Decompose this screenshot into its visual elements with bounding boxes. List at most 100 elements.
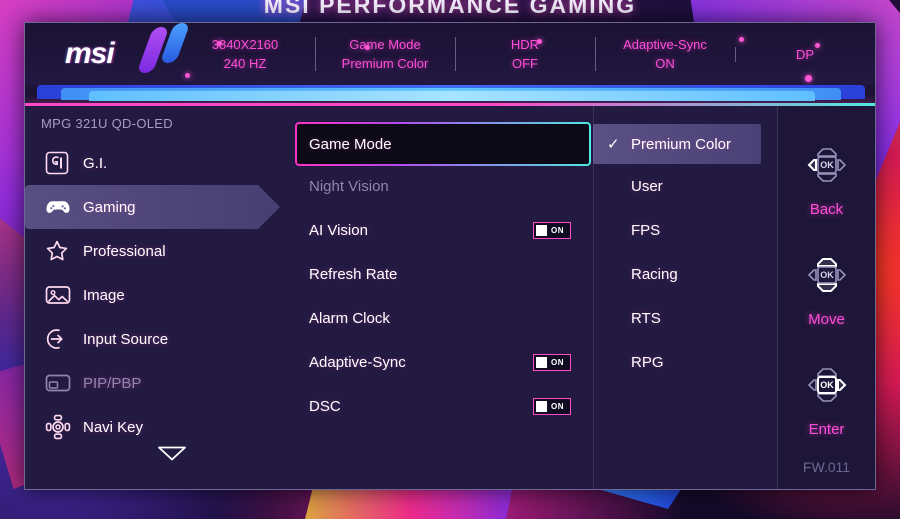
options-column: ✓ Premium Color User FPS Racing RTS RPG bbox=[593, 106, 777, 489]
wallpaper-headline: MSI PERFORMANCE GAMING bbox=[263, 0, 637, 18]
setting-row-refresh-rate-label: Refresh Rate bbox=[309, 265, 398, 283]
dsc-toggle[interactable]: ON bbox=[533, 397, 571, 415]
navigation-rail: OK Back OK Move OK Enter FW.011 bbox=[777, 106, 875, 489]
adaptive-sync-toggle-state: ON bbox=[551, 357, 564, 367]
option-fps-label: FPS bbox=[631, 221, 661, 239]
osd-body: MPG 321U QD-OLED G.I. Gaming Professiona… bbox=[25, 106, 875, 489]
sidebar-item-pip-pbp-label: PIP/PBP bbox=[83, 374, 142, 392]
picture-icon bbox=[45, 284, 83, 306]
setting-row-game-mode-label: Game Mode bbox=[309, 135, 392, 153]
dsc-toggle-state: ON bbox=[551, 401, 564, 411]
header-dot-5 bbox=[815, 43, 820, 48]
checkmark-icon: ✓ bbox=[607, 136, 620, 153]
header-glow-bars bbox=[25, 85, 875, 103]
option-fps[interactable]: FPS bbox=[593, 208, 777, 252]
setting-row-ai-vision[interactable]: AI Vision ON bbox=[293, 208, 593, 252]
status-adaptive-sync-sub: ON bbox=[655, 56, 675, 71]
navi-key-icon bbox=[45, 414, 83, 440]
status-hdr: HDR OFF bbox=[455, 35, 595, 73]
status-game-mode-main: Game Mode bbox=[349, 37, 421, 52]
option-rts[interactable]: RTS bbox=[593, 296, 777, 340]
ai-vision-toggle-state: ON bbox=[551, 225, 564, 235]
option-user-label: User bbox=[631, 177, 663, 195]
osd-panel: msi 3840X2160 240 HZ Game Mode Premium C… bbox=[24, 22, 876, 490]
glow-bar-inner bbox=[89, 91, 815, 101]
setting-row-ai-vision-label: AI Vision bbox=[309, 221, 368, 239]
status-game-mode: Game Mode Premium Color bbox=[315, 35, 455, 73]
setting-row-dsc-label: DSC bbox=[309, 397, 341, 415]
nav-button-move[interactable]: OK Move bbox=[778, 234, 875, 344]
status-hdr-sub: OFF bbox=[512, 56, 538, 71]
nav-button-enter[interactable]: OK Enter bbox=[778, 344, 875, 454]
settings-column: Game Mode Night Vision AI Vision ON Refr… bbox=[293, 106, 593, 489]
setting-row-night-vision-label: Night Vision bbox=[309, 177, 389, 195]
sidebar-item-gi[interactable]: G.I. bbox=[25, 141, 293, 185]
header-dot-3 bbox=[537, 39, 542, 44]
header-dot-6 bbox=[185, 73, 190, 78]
setting-row-alarm-clock[interactable]: Alarm Clock bbox=[293, 296, 593, 340]
status-resolution: 3840X2160 240 HZ bbox=[175, 35, 315, 73]
nav-button-back[interactable]: OK Back bbox=[778, 124, 875, 234]
sidebar-item-image[interactable]: Image bbox=[25, 273, 293, 317]
pip-pbp-icon bbox=[45, 373, 83, 393]
option-racing-label: Racing bbox=[631, 265, 678, 283]
status-input-port: DP bbox=[735, 45, 875, 64]
toggle-knob-icon bbox=[535, 400, 547, 412]
setting-row-refresh-rate[interactable]: Refresh Rate bbox=[293, 252, 593, 296]
status-hdr-main: HDR bbox=[510, 37, 540, 52]
header-dot-2 bbox=[365, 45, 370, 50]
status-strip: 3840X2160 240 HZ Game Mode Premium Color… bbox=[175, 31, 875, 77]
ai-vision-toggle[interactable]: ON bbox=[533, 221, 571, 239]
setting-row-dsc[interactable]: DSC ON bbox=[293, 384, 593, 428]
option-racing[interactable]: Racing bbox=[593, 252, 777, 296]
joystick-press-icon: OK bbox=[799, 360, 855, 417]
sidebar-item-professional-label: Professional bbox=[83, 242, 166, 260]
firmware-version-label: FW.011 bbox=[802, 459, 851, 475]
status-adaptive-sync-main: Adaptive-Sync bbox=[623, 37, 707, 52]
header-dot-7 bbox=[805, 75, 812, 82]
input-arrow-icon bbox=[45, 327, 83, 351]
option-user[interactable]: User bbox=[593, 164, 777, 208]
gi-monogram-icon bbox=[45, 151, 83, 175]
toggle-knob-icon bbox=[535, 224, 547, 236]
sidebar-item-gi-label: G.I. bbox=[83, 154, 108, 172]
monitor-model-label: MPG 321U QD-OLED bbox=[41, 116, 173, 131]
header-dot-1 bbox=[217, 41, 222, 46]
sidebar-item-pip-pbp[interactable]: PIP/PBP bbox=[25, 361, 293, 405]
nav-button-back-label: Back bbox=[809, 201, 844, 218]
msi-wordmark: msi bbox=[65, 37, 115, 70]
status-adaptive-sync: Adaptive-Sync ON bbox=[595, 35, 735, 73]
gamepad-icon bbox=[45, 197, 83, 217]
status-game-mode-sub: Premium Color bbox=[341, 56, 429, 71]
star-icon bbox=[45, 239, 83, 263]
option-premium-color-label: Premium Color bbox=[631, 135, 732, 153]
chevron-down-icon[interactable] bbox=[157, 445, 187, 467]
sidebar-item-input-source-label: Input Source bbox=[83, 330, 169, 348]
sidebar-item-gaming[interactable]: Gaming bbox=[25, 185, 280, 229]
setting-row-alarm-clock-label: Alarm Clock bbox=[309, 309, 390, 327]
toggle-knob-icon bbox=[535, 356, 547, 368]
sidebar-item-input-source[interactable]: Input Source bbox=[25, 317, 293, 361]
sidebar-item-gaming-label: Gaming bbox=[83, 198, 136, 216]
sidebar-item-navi-key[interactable]: Navi Key bbox=[25, 405, 293, 449]
nav-button-enter-label: Enter bbox=[808, 421, 845, 438]
option-rts-label: RTS bbox=[631, 309, 661, 327]
svg-text:OK: OK bbox=[820, 160, 834, 170]
setting-row-night-vision[interactable]: Night Vision bbox=[293, 164, 593, 208]
svg-text:OK: OK bbox=[820, 270, 834, 280]
sidebar-item-professional[interactable]: Professional bbox=[25, 229, 293, 273]
setting-row-adaptive-sync[interactable]: Adaptive-Sync ON bbox=[293, 340, 593, 384]
setting-row-game-mode[interactable]: Game Mode bbox=[297, 124, 589, 164]
sidebar-item-navi-key-label: Navi Key bbox=[83, 418, 144, 436]
msi-logo: msi bbox=[25, 23, 191, 85]
header-dot-4 bbox=[739, 37, 744, 42]
status-input-port-main: DP bbox=[795, 46, 815, 62]
adaptive-sync-toggle[interactable]: ON bbox=[533, 353, 571, 371]
joystick-left-icon: OK bbox=[799, 140, 855, 197]
option-premium-color[interactable]: ✓ Premium Color bbox=[593, 124, 761, 164]
status-resolution-sub: 240 HZ bbox=[223, 56, 267, 71]
option-rpg[interactable]: RPG bbox=[593, 340, 777, 384]
option-rpg-label: RPG bbox=[631, 353, 664, 371]
nav-button-move-label: Move bbox=[808, 311, 845, 328]
osd-header: msi 3840X2160 240 HZ Game Mode Premium C… bbox=[25, 23, 875, 85]
